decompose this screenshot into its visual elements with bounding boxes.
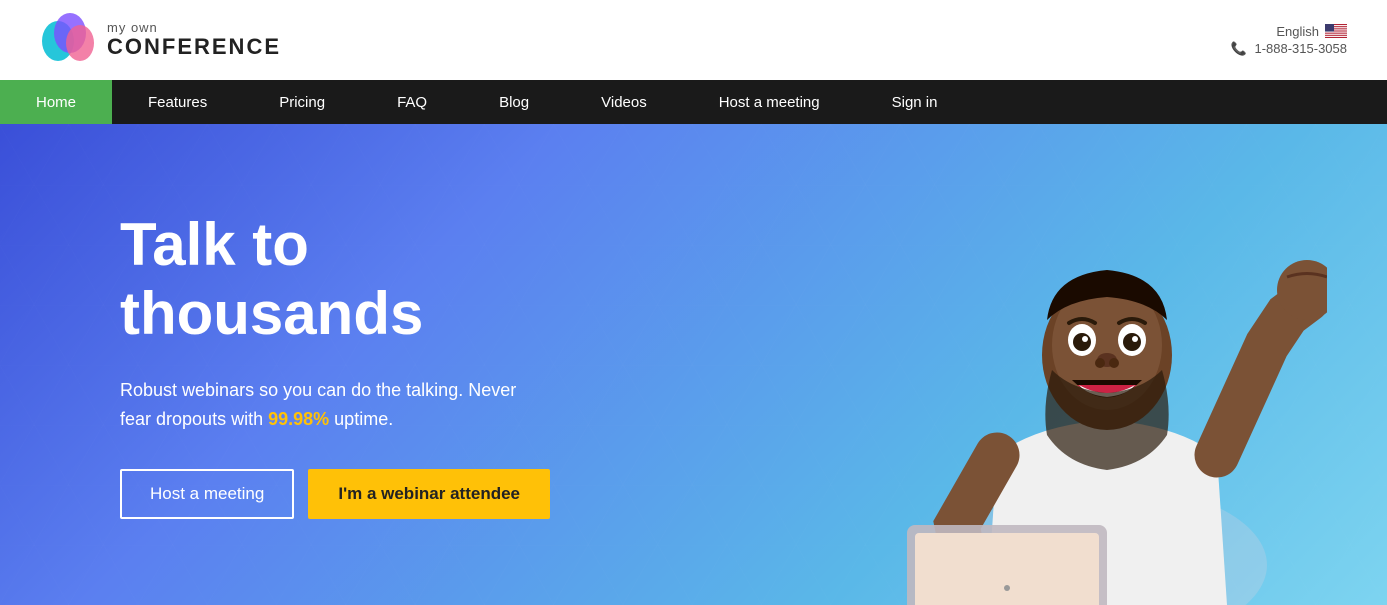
main-nav: Home Features Pricing FAQ Blog Videos Ho…: [0, 80, 1387, 124]
language-selector[interactable]: English: [1231, 24, 1347, 39]
nav-videos[interactable]: Videos: [565, 80, 683, 124]
logo-icon: [40, 13, 95, 68]
nav-sign-in[interactable]: Sign in: [856, 80, 974, 124]
us-flag-icon: [1325, 24, 1347, 38]
nav-host-meeting[interactable]: Host a meeting: [683, 80, 856, 124]
header: my own CONFERENCE English 📞 1-888-315-30…: [0, 0, 1387, 80]
language-label: English: [1276, 24, 1319, 39]
host-meeting-button[interactable]: Host a meeting: [120, 469, 294, 519]
hero-uptime: 99.98%: [268, 409, 329, 429]
logo-conference: CONFERENCE: [107, 35, 281, 59]
hero-image: [687, 124, 1387, 605]
top-right-info: English 📞 1-888-315-3058: [1231, 24, 1347, 57]
nav-home[interactable]: Home: [0, 80, 112, 124]
logo[interactable]: my own CONFERENCE: [40, 13, 281, 68]
hero-section: Talk to thousands Robust webinars so you…: [0, 124, 1387, 605]
logo-text: my own CONFERENCE: [107, 21, 281, 59]
nav-faq[interactable]: FAQ: [361, 80, 463, 124]
nav-features[interactable]: Features: [112, 80, 243, 124]
person-illustration: [887, 145, 1327, 605]
nav-blog[interactable]: Blog: [463, 80, 565, 124]
hero-title: Talk to thousands: [120, 210, 580, 348]
attendee-button[interactable]: I'm a webinar attendee: [308, 469, 550, 519]
nav-pricing[interactable]: Pricing: [243, 80, 361, 124]
hero-subtitle: Robust webinars so you can do the talkin…: [120, 376, 520, 434]
phone-icon: 📞: [1231, 41, 1247, 56]
logo-my-own: my own: [107, 21, 281, 35]
phone-number[interactable]: 📞 1-888-315-3058: [1231, 41, 1347, 57]
hero-buttons: Host a meeting I'm a webinar attendee: [120, 469, 580, 519]
hero-subtitle-text2: uptime.: [334, 409, 393, 429]
hero-content: Talk to thousands Robust webinars so you…: [0, 210, 580, 520]
